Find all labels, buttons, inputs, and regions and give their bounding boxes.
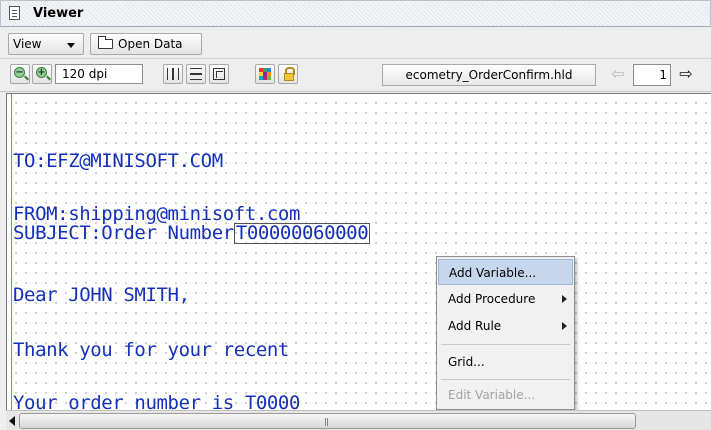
- menu-separator: [441, 379, 570, 380]
- greeting-line: Dear JOHN SMITH,: [13, 284, 190, 306]
- color-grid-icon: [259, 68, 271, 80]
- lock-button[interactable]: [278, 64, 298, 84]
- zoom-in-button[interactable]: +: [32, 64, 52, 84]
- subject-variable[interactable]: T00000060000: [233, 223, 371, 244]
- folder-icon: [98, 36, 113, 49]
- dpi-field[interactable]: 120 dpi: [55, 64, 143, 84]
- subject-prefix: SUBJECT:Order Number: [13, 222, 234, 244]
- menu-item-add-rule[interactable]: Add Rule: [438, 313, 573, 339]
- vertical-separator-button[interactable]: [186, 64, 206, 84]
- window-title: Viewer: [29, 6, 88, 21]
- zoom-out-icon: −: [14, 67, 25, 78]
- order-number-line: Your order number is T0000: [13, 392, 301, 410]
- toolbar-view-controls: − + 120 dpi ecometry_OrderConfirm.hld ⇦ …: [0, 59, 711, 92]
- fit-icon: [213, 68, 225, 80]
- document-icon: [9, 6, 20, 20]
- document-canvas[interactable]: TO:EFZ@MINISOFT.COM FROM:shipping@miniso…: [6, 93, 711, 410]
- horizontal-separator-icon: [167, 68, 179, 80]
- arrow-left-icon[interactable]: ⇦: [605, 64, 631, 86]
- add-procedure-label: Add Procedure: [448, 292, 536, 306]
- fit-button[interactable]: [209, 64, 229, 84]
- grip-icon: [325, 418, 326, 426]
- horizontal-separator-button[interactable]: [163, 64, 183, 84]
- add-rule-label: Add Rule: [448, 319, 502, 333]
- scroll-left-icon[interactable]: [9, 416, 15, 426]
- chevron-down-icon: [67, 43, 75, 48]
- open-data-label: Open Data: [118, 37, 183, 51]
- menu-item-grid[interactable]: Grid...: [438, 349, 573, 375]
- view-dropdown[interactable]: View: [8, 33, 84, 55]
- menu-item-edit-variable: Edit Variable...: [448, 388, 536, 402]
- menu-item-add-variable[interactable]: Add Variable...: [438, 259, 573, 285]
- submenu-arrow-icon: [562, 322, 567, 330]
- color-grid-button[interactable]: [255, 64, 275, 84]
- vertical-separator-icon: [190, 68, 202, 80]
- arrow-right-icon[interactable]: ⇨: [673, 64, 699, 86]
- margin-guide: [11, 94, 12, 410]
- context-menu: Add Variable... Add Procedure Add Rule G…: [436, 256, 575, 410]
- lock-icon: [284, 67, 295, 81]
- menu-separator: [441, 344, 570, 345]
- to-line: TO:EFZ@MINISOFT.COM: [13, 150, 223, 172]
- page-number-field[interactable]: 1: [633, 64, 671, 86]
- open-data-button[interactable]: Open Data: [90, 33, 202, 55]
- submenu-arrow-icon: [562, 295, 567, 303]
- zoom-out-button[interactable]: −: [10, 64, 30, 84]
- scroll-thumb[interactable]: [19, 413, 636, 429]
- toolbar-top: View Open Data: [0, 27, 711, 59]
- thanks-line: Thank you for your recent: [13, 339, 301, 361]
- zoom-in-icon: +: [36, 67, 47, 78]
- file-name-button[interactable]: ecometry_OrderConfirm.hld: [382, 64, 596, 86]
- view-label: View: [13, 37, 42, 51]
- title-bar: Viewer: [0, 0, 711, 27]
- menu-item-add-procedure[interactable]: Add Procedure: [438, 286, 573, 312]
- horizontal-scrollbar[interactable]: [6, 410, 711, 430]
- subject-line: SUBJECT:Order Number T00000060000: [13, 222, 371, 244]
